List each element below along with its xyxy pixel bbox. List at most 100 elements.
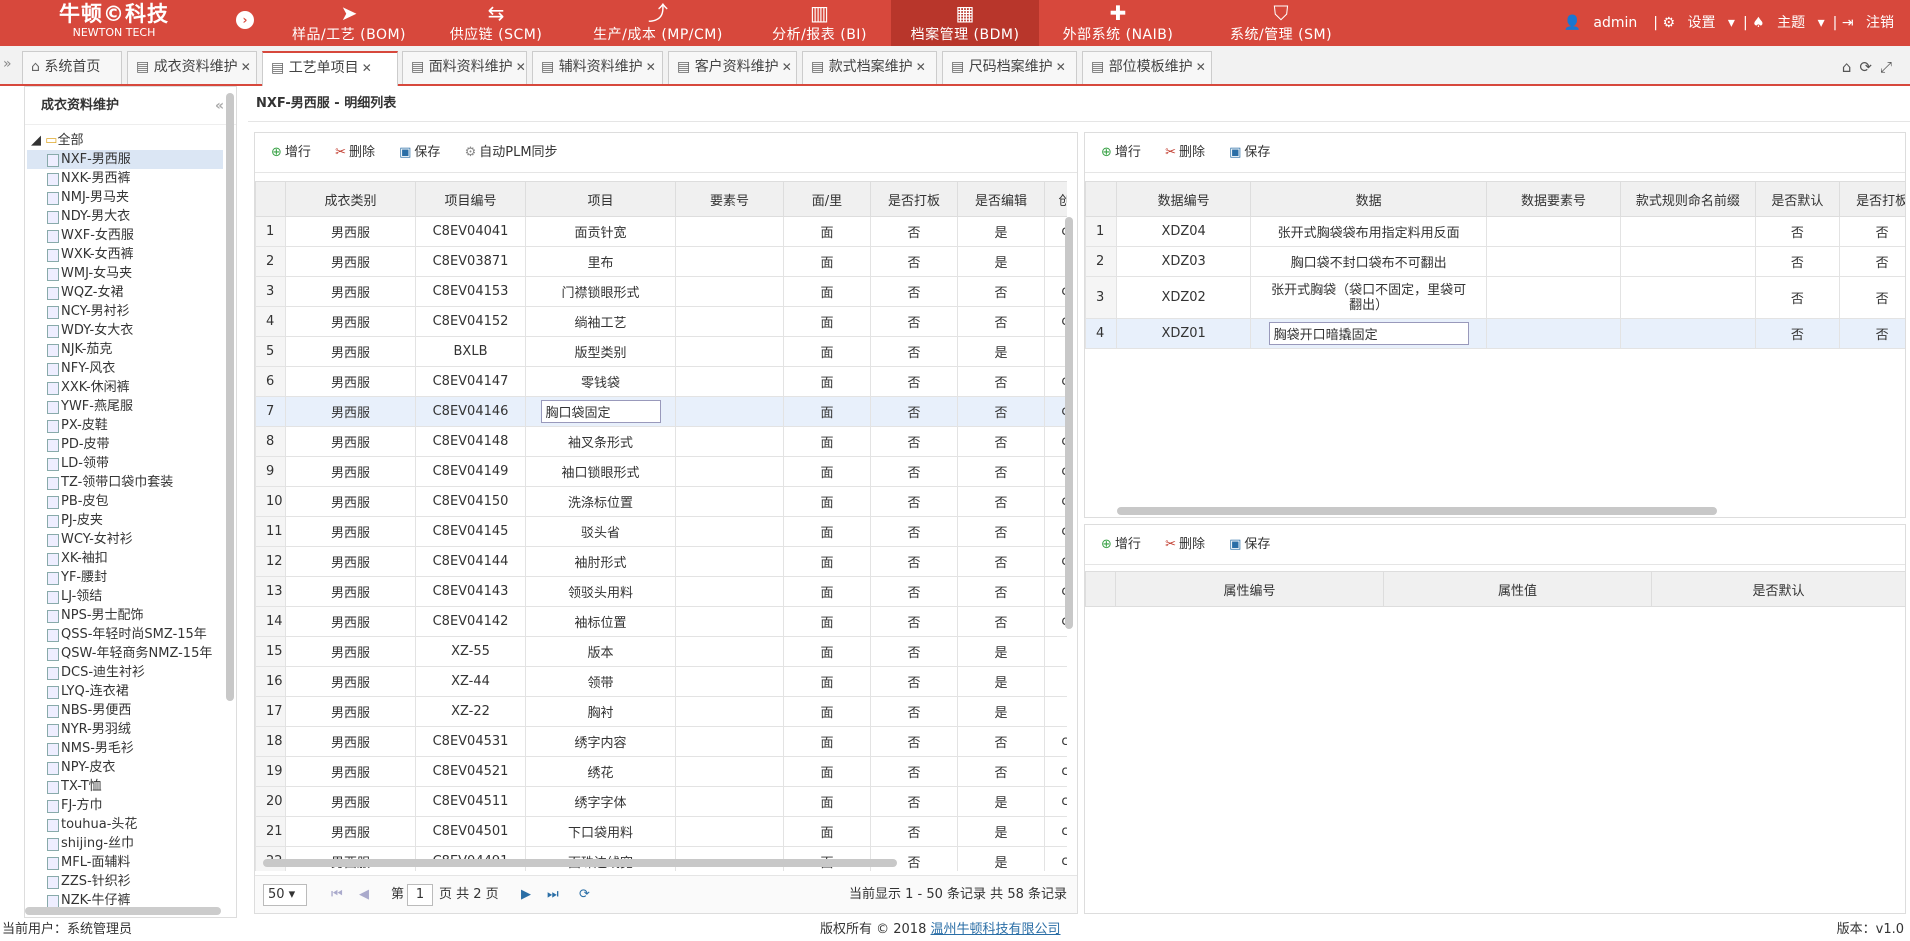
table-cell[interactable] <box>675 636 784 667</box>
table-cell[interactable]: 里布 <box>525 246 676 277</box>
column-header[interactable]: 面/里 <box>783 181 871 217</box>
column-header[interactable]: 要素号 <box>675 181 784 217</box>
table-cell[interactable]: 门襟锁眼形式 <box>525 276 676 307</box>
table-row[interactable]: 9男西服C8EV04149袖口锁眼形式面否否c <box>255 456 1067 487</box>
table-cell[interactable] <box>675 756 784 787</box>
table-cell[interactable]: 面 <box>783 816 871 847</box>
table-cell[interactable]: XDZ03 <box>1115 246 1252 277</box>
nav-module-4[interactable]: ▥ 分析/报表 (BI) <box>748 0 891 46</box>
table-cell[interactable]: c <box>1044 426 1067 457</box>
table-cell[interactable]: 否 <box>870 576 958 607</box>
table-cell[interactable]: 否 <box>870 486 958 517</box>
table-cell[interactable]: 否 <box>957 606 1045 637</box>
table-cell[interactable]: C8EV04142 <box>415 606 526 637</box>
table-cell[interactable] <box>675 396 784 427</box>
table-cell[interactable]: 否 <box>870 756 958 787</box>
table-cell[interactable]: 面 <box>783 426 871 457</box>
tree-root[interactable]: ◢ ▭全部 <box>27 131 223 150</box>
table-cell[interactable]: 面 <box>783 516 871 547</box>
table-cell[interactable]: 男西服 <box>285 636 416 667</box>
table-cell[interactable] <box>675 486 784 517</box>
table-cell[interactable]: 否 <box>1754 216 1841 247</box>
table-cell[interactable]: C8EV04041 <box>415 216 526 247</box>
table-cell[interactable] <box>675 276 784 307</box>
tree-node[interactable]: PD-皮带 <box>27 435 223 454</box>
table-cell[interactable]: 男西服 <box>285 606 416 637</box>
data-hscrollbar[interactable] <box>1117 507 1717 515</box>
tree-node[interactable]: PB-皮包 <box>27 492 223 511</box>
tree-node[interactable]: NYR-男羽绒 <box>27 720 223 739</box>
table-cell[interactable]: 张开式胸袋袋布用指定料用反面 <box>1250 216 1487 247</box>
delete-button[interactable]: ✂ 删除 <box>1165 537 1205 552</box>
table-cell[interactable]: 领驳头用料 <box>525 576 676 607</box>
table-cell[interactable]: 绣字字体 <box>525 786 676 817</box>
table-row[interactable]: 12男西服C8EV04144袖肘形式面否否c <box>255 546 1067 577</box>
table-cell[interactable]: C8EV04511 <box>415 786 526 817</box>
table-cell[interactable]: 否 <box>870 666 958 697</box>
tab-item[interactable]: ▤ 面料资料维护 ✕ <box>402 51 527 84</box>
column-header[interactable]: 款式规则命名前缀 <box>1620 181 1756 217</box>
column-header[interactable]: 是否打板 <box>870 181 958 217</box>
table-cell[interactable]: c <box>1044 576 1067 607</box>
tree-node[interactable]: NXF-男西服 <box>27 150 223 169</box>
table-cell[interactable]: 否 <box>957 276 1045 307</box>
table-cell[interactable]: 否 <box>1754 246 1841 277</box>
table-cell[interactable] <box>675 456 784 487</box>
table-cell[interactable]: 面 <box>783 456 871 487</box>
table-cell[interactable]: 否 <box>870 306 958 337</box>
table-cell[interactable]: 否 <box>870 696 958 727</box>
tree-node[interactable]: PJ-皮夹 <box>27 511 223 530</box>
table-cell[interactable]: c <box>1044 486 1067 517</box>
cell-edit-input[interactable]: 胸袋开口暗撬固定 <box>1268 322 1469 345</box>
tree-node[interactable]: WMJ-女马夹 <box>27 264 223 283</box>
refresh-icon[interactable]: ⟳ <box>1859 58 1880 76</box>
tree-node[interactable]: NBS-男便西 <box>27 701 223 720</box>
tree-node[interactable]: YWF-燕尾服 <box>27 397 223 416</box>
table-cell[interactable]: c <box>1044 366 1067 397</box>
table-cell[interactable]: 面 <box>783 696 871 727</box>
table-cell[interactable] <box>675 696 784 727</box>
close-icon[interactable]: ✕ <box>646 60 656 74</box>
table-cell[interactable]: 否 <box>870 516 958 547</box>
table-cell[interactable]: C8EV04145 <box>415 516 526 547</box>
table-cell[interactable]: c <box>1044 396 1067 427</box>
tree-node[interactable]: LD-领带 <box>27 454 223 473</box>
table-cell[interactable]: XZ-22 <box>415 696 526 727</box>
tree-node[interactable]: NXK-男西裤 <box>27 169 223 188</box>
table-cell[interactable]: 版本 <box>525 636 676 667</box>
table-cell[interactable]: 否 <box>870 816 958 847</box>
tree-node[interactable]: WXK-女西裤 <box>27 245 223 264</box>
tab-item[interactable]: ⌂ 系统首页 <box>22 51 122 84</box>
table-cell[interactable]: 男西服 <box>285 456 416 487</box>
column-header[interactable]: 是否默认 <box>1651 571 1905 607</box>
column-header[interactable]: 项目 <box>525 181 676 217</box>
table-cell[interactable] <box>1044 336 1067 367</box>
table-cell[interactable]: 否 <box>870 726 958 757</box>
table-cell[interactable]: XDZ04 <box>1115 216 1252 247</box>
tab-item[interactable]: ▤ 成衣资料维护 ✕ <box>127 51 257 84</box>
table-cell[interactable]: 男西服 <box>285 366 416 397</box>
table-row[interactable]: 2 XDZ03 胸口袋不封口袋布不可翻出 否否 <box>1085 246 1905 277</box>
table-cell[interactable]: 零钱袋 <box>525 366 676 397</box>
table-cell[interactable]: 面 <box>783 666 871 697</box>
column-header[interactable]: 是否编辑 <box>957 181 1045 217</box>
table-row[interactable]: 3 XDZ02 张开式胸袋（袋口不固定，里袋可翻出） 否否 <box>1085 276 1905 319</box>
table-row[interactable]: 1男西服C8EV04041面贡针宽 面否是c <box>255 216 1067 247</box>
table-cell[interactable]: 否 <box>870 606 958 637</box>
table-cell[interactable]: 男西服 <box>285 666 416 697</box>
tree-node[interactable]: YF-腰封 <box>27 568 223 587</box>
table-cell[interactable] <box>1620 276 1756 319</box>
table-cell[interactable]: 否 <box>957 396 1045 427</box>
column-header[interactable]: 数据 <box>1250 181 1487 217</box>
tab-item[interactable]: ▤ 款式档案维护 ✕ <box>802 51 937 84</box>
tree-node[interactable]: MFL-面辅料 <box>27 853 223 872</box>
nav-module-3[interactable]: ⤴ 生产/成本 (MP/CM) <box>568 0 748 46</box>
close-icon[interactable]: ✕ <box>1056 60 1066 74</box>
table-cell[interactable]: 驳头省 <box>525 516 676 547</box>
logout-button[interactable]: ⇥ 注销 <box>1842 15 1902 31</box>
table-row[interactable]: 10男西服C8EV04150洗涤标位置面否否c <box>255 486 1067 517</box>
table-cell[interactable]: 否 <box>1754 318 1841 349</box>
tab-item[interactable]: ▤ 尺码档案维护 ✕ <box>942 51 1077 84</box>
sidebar-scrollbar[interactable] <box>226 93 234 701</box>
table-cell[interactable]: 否 <box>870 336 958 367</box>
